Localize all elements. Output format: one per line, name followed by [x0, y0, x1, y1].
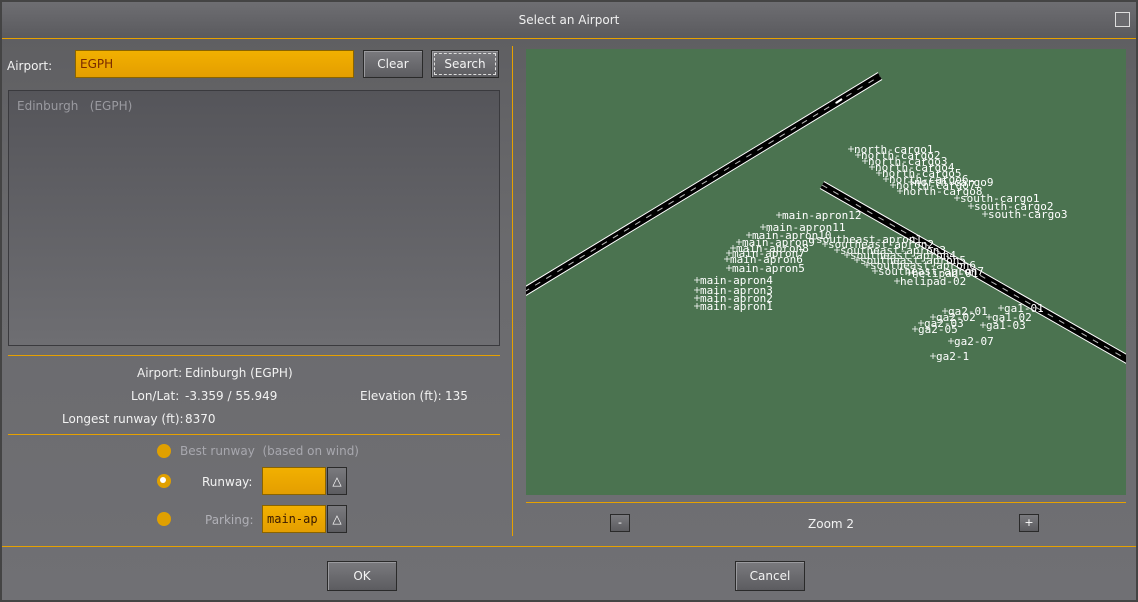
runway-label: Runway:: [202, 475, 253, 489]
best-runway-note: (based on wind): [262, 444, 359, 458]
airport-map[interactable]: north-cargo1 north-cargo2 north-cargo3 nort…: [526, 49, 1126, 495]
parking-label[interactable]: ga2-1: [936, 350, 969, 363]
best-runway-text: Best runway: [180, 444, 255, 458]
parking-label[interactable]: main-apron1: [700, 300, 773, 313]
zoom-in-button[interactable]: +: [1019, 514, 1039, 532]
parking-label[interactable]: south-cargo3: [988, 208, 1067, 221]
updown-arrow-icon: △: [332, 474, 342, 488]
list-item[interactable]: Edinburgh (EGPH): [17, 99, 132, 113]
parking-label[interactable]: north-cargo9: [914, 176, 993, 189]
divider: [8, 355, 500, 356]
info-runway-label: Longest runway (ft):: [62, 412, 184, 426]
parking-select-field[interactable]: main-ap: [262, 505, 326, 533]
airport-map-canvas: north-cargo1north-cargo2north-cargo3nort…: [526, 72, 1126, 364]
result-name: Edinburgh: [17, 99, 79, 113]
zoom-level-label: Zoom 2: [808, 517, 855, 531]
clear-button[interactable]: Clear: [363, 50, 423, 78]
title-bar[interactable]: Select an Airport: [2, 2, 1136, 39]
info-runway-value: 8370: [185, 412, 216, 426]
airport-search-label: Airport:: [7, 59, 53, 73]
parking-label: Parking:: [205, 513, 254, 527]
parking-dropdown-button[interactable]: △: [327, 505, 347, 533]
parking-label[interactable]: ga2-05: [918, 323, 958, 336]
airport-search-input[interactable]: EGPH: [75, 50, 354, 78]
select-airport-dialog: Select an Airport Airport: EGPH Clear Se…: [0, 0, 1138, 602]
runway-radio[interactable]: [157, 474, 171, 488]
parking-label[interactable]: ga1-03: [986, 319, 1026, 332]
parking-radio[interactable]: [157, 512, 171, 526]
zoom-out-button[interactable]: -: [610, 514, 630, 532]
info-elevation-label: Elevation (ft):: [360, 389, 442, 403]
parking-labels: north-cargo1north-cargo2north-cargo3nort…: [694, 143, 1067, 363]
parking-label[interactable]: ga2-07: [954, 335, 994, 348]
ok-button[interactable]: OK: [327, 561, 397, 591]
runway-dropdown-button[interactable]: △: [327, 467, 347, 495]
info-lonlat-label: Lon/Lat:: [131, 389, 180, 403]
info-airport-label: Airport:: [137, 366, 183, 380]
divider: [2, 546, 1136, 547]
panel-divider: [512, 46, 513, 536]
airport-results-list[interactable]: Edinburgh (EGPH): [8, 90, 500, 346]
search-button[interactable]: Search: [431, 50, 499, 78]
info-elevation-value: 135: [445, 389, 468, 403]
dialog-title: Select an Airport: [518, 13, 620, 27]
parking-label[interactable]: helipad-02: [900, 275, 966, 288]
info-lonlat-value: -3.359 / 55.949: [185, 389, 278, 403]
close-box-icon[interactable]: [1115, 12, 1130, 27]
cancel-button[interactable]: Cancel: [735, 561, 805, 591]
divider: [526, 502, 1126, 503]
best-runway-label: Best runway (based on wind): [180, 444, 359, 458]
divider: [8, 434, 500, 435]
updown-arrow-icon: △: [332, 512, 342, 526]
runway-select-field[interactable]: [262, 467, 326, 495]
result-code: (EGPH): [89, 99, 133, 113]
info-airport-value: Edinburgh (EGPH): [185, 366, 293, 380]
best-runway-radio[interactable]: [157, 444, 171, 458]
